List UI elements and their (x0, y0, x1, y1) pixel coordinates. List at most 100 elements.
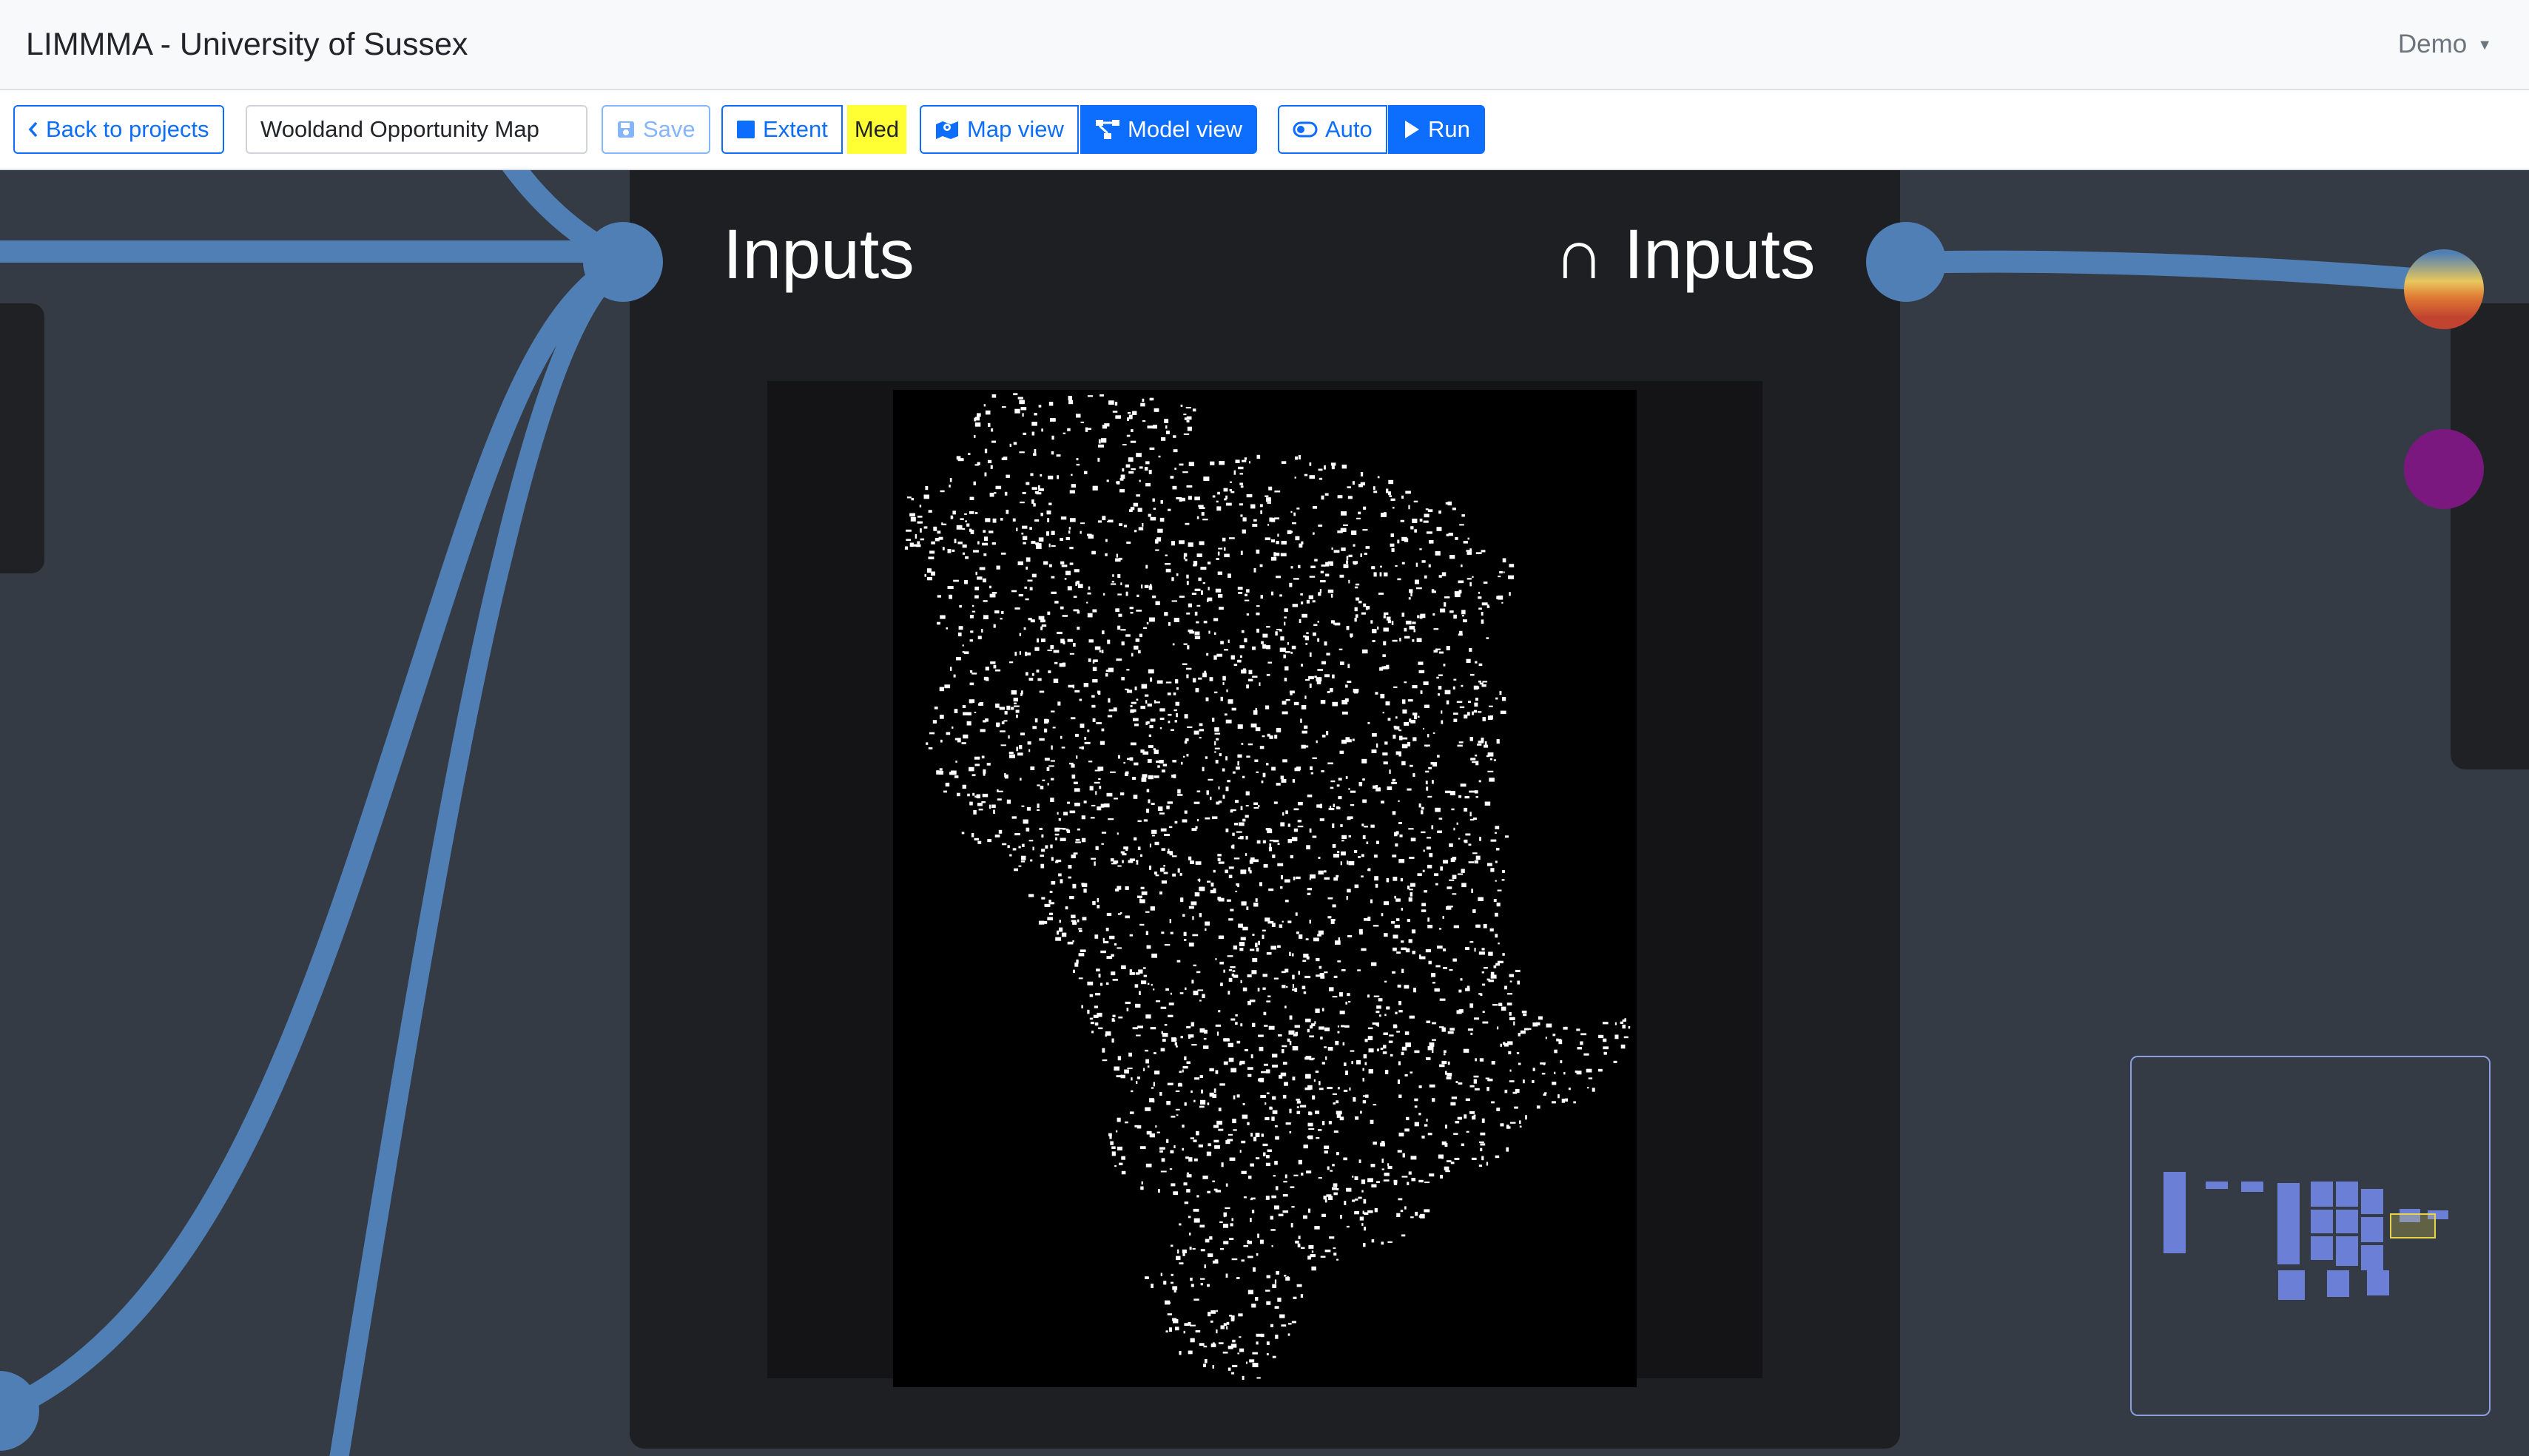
map-speckle (1143, 1068, 1145, 1071)
map-speckle (1380, 565, 1382, 568)
map-speckle (1432, 982, 1435, 984)
map-speckle (1319, 1026, 1324, 1030)
map-speckle (1109, 935, 1115, 940)
map-speckle (937, 595, 941, 598)
minimap-viewport[interactable] (2390, 1213, 2436, 1238)
run-button-label: Run (1428, 116, 1470, 142)
map-speckle (1106, 792, 1113, 797)
map-speckle (1057, 701, 1061, 706)
map-speckle (1484, 801, 1491, 806)
map-speckle (1506, 1147, 1509, 1152)
map-speckle (1218, 593, 1223, 598)
map-speckle (1481, 619, 1484, 624)
map-speckle (1051, 451, 1054, 455)
map-speckle (1458, 580, 1464, 584)
map-speckle (1084, 471, 1088, 474)
quality-badge[interactable]: Med (847, 105, 906, 154)
node-output-port[interactable] (1866, 222, 1946, 302)
map-speckle (1255, 727, 1261, 732)
map-speckle (1492, 975, 1495, 979)
map-speckle (1294, 1025, 1300, 1028)
map-speckle (1421, 1135, 1425, 1139)
map-speckle (1245, 593, 1247, 596)
purple-port[interactable] (2404, 429, 2484, 509)
map-speckle (1026, 557, 1031, 562)
map-speckle (1186, 416, 1192, 420)
map-speckle (1447, 1160, 1452, 1162)
map-speckle (1449, 879, 1455, 881)
map-speckle (1199, 913, 1202, 917)
model-canvas[interactable]: Inputs ∩ Inputs (0, 133, 2529, 1456)
map-speckle (1417, 873, 1422, 876)
map-speckle (1301, 541, 1304, 545)
map-speckle (1078, 928, 1082, 930)
auto-toggle-button[interactable]: Auto (1278, 105, 1387, 154)
map-speckle (1040, 786, 1044, 789)
map-speckle (1382, 654, 1386, 658)
map-speckle (1125, 591, 1128, 596)
map-speckle (1074, 569, 1080, 573)
map-speckle (1110, 771, 1116, 773)
map-speckle (1458, 989, 1462, 993)
map-speckle (1151, 835, 1155, 837)
map-speckle (1044, 903, 1051, 907)
map-speckle (1495, 860, 1498, 863)
user-menu[interactable]: Demo ▼ (2398, 30, 2492, 59)
map-speckle (1209, 1236, 1213, 1240)
model-view-button[interactable]: Model view (1080, 105, 1258, 154)
floppy-disk-icon (616, 120, 636, 139)
map-speckle (965, 556, 969, 559)
map-view-button[interactable]: Map view (920, 105, 1079, 154)
run-button[interactable]: Run (1388, 105, 1485, 154)
map-speckle (1006, 705, 1011, 710)
map-speckle (1336, 1100, 1339, 1104)
map-speckle (1014, 607, 1020, 610)
toggle-icon (1293, 121, 1318, 138)
back-to-projects-button[interactable]: Back to projects (13, 105, 224, 154)
gradient-port[interactable] (2404, 249, 2484, 329)
map-speckle (1220, 983, 1223, 986)
map-speckle (1253, 519, 1257, 522)
map-speckle (971, 673, 977, 675)
map-speckle (1120, 851, 1125, 854)
map-speckle (1203, 1037, 1207, 1040)
map-speckle (1232, 771, 1236, 774)
map-speckle (1072, 921, 1077, 925)
extent-button[interactable]: Extent (721, 105, 843, 154)
map-speckle (1131, 468, 1136, 471)
map-speckle (1041, 849, 1045, 852)
map-speckle (1411, 929, 1416, 934)
map-speckle (1247, 974, 1252, 977)
map-speckle (1244, 599, 1250, 601)
map-speckle (1502, 558, 1506, 563)
map-speckle (1347, 816, 1353, 819)
map-speckle (1441, 572, 1447, 576)
map-speckle (1384, 980, 1387, 983)
map-speckle (1225, 1207, 1230, 1210)
map-speckle (1022, 491, 1026, 494)
map-speckle (1252, 934, 1255, 936)
map-speckle (1128, 471, 1134, 474)
map-speckle (1094, 1005, 1098, 1008)
node-input-port[interactable] (583, 222, 663, 302)
map-speckle (1183, 414, 1187, 416)
map-speckle (1457, 744, 1463, 747)
map-speckle (1415, 1211, 1418, 1216)
save-button[interactable]: Save (602, 105, 710, 154)
map-speckle (1490, 715, 1493, 719)
map-speckle (1436, 527, 1442, 531)
project-name-input[interactable] (246, 105, 587, 154)
map-speckle (1371, 1184, 1377, 1187)
map-speckle (1048, 402, 1054, 406)
map-speckle (944, 684, 951, 689)
map-speckle (1121, 641, 1125, 646)
map-speckle (1270, 946, 1276, 950)
map-speckle (1015, 710, 1020, 713)
minimap[interactable] (2130, 1056, 2491, 1416)
map-speckle (989, 493, 994, 497)
map-speckle (1068, 530, 1071, 534)
map-speckle (974, 795, 978, 798)
map-speckle (1329, 1236, 1335, 1239)
map-speckle (1033, 503, 1036, 507)
map-speckle (1496, 739, 1500, 744)
